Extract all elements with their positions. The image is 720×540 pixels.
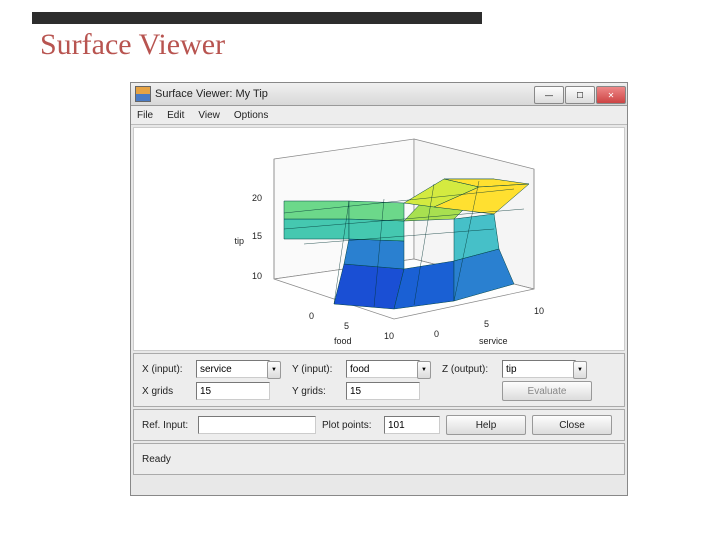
y-input-label: Y (input): [292, 364, 340, 375]
chevron-down-icon[interactable]: ▼ [417, 361, 431, 379]
z-output-value: tip [506, 364, 517, 375]
titlebar[interactable]: Surface Viewer: My Tip — ☐ ✕ [131, 83, 627, 106]
app-icon [135, 86, 151, 102]
surface-viewer-window: Surface Viewer: My Tip — ☐ ✕ File Edit V… [130, 82, 628, 496]
status-text: Ready [142, 454, 616, 465]
window-controls: — ☐ ✕ [534, 85, 627, 103]
io-panel: X (input): service ▼ Y (input): food ▼ Z… [133, 353, 625, 407]
accent-bar [32, 12, 482, 24]
x-tick-2: 10 [384, 331, 394, 341]
menu-options[interactable]: Options [234, 110, 268, 121]
maximize-button[interactable]: ☐ [565, 86, 595, 104]
menu-edit[interactable]: Edit [167, 110, 184, 121]
y-tick-1: 5 [484, 319, 489, 329]
evaluate-button[interactable]: Evaluate [502, 381, 592, 401]
y-grids-label: Y grids: [292, 386, 340, 397]
y-input-value: food [350, 364, 369, 375]
z-tick-0: 10 [252, 271, 262, 281]
ref-panel: Ref. Input: Plot points: 101 Help Close [133, 409, 625, 441]
z-tick-1: 15 [252, 231, 262, 241]
x-label: food [334, 336, 352, 346]
minimize-button[interactable]: — [534, 86, 564, 104]
chevron-down-icon[interactable]: ▼ [267, 361, 281, 379]
ref-input[interactable] [198, 416, 316, 434]
surface-plot[interactable]: 10 15 20 tip 0 5 10 food 0 5 10 service [133, 127, 625, 351]
x-input-select[interactable]: service ▼ [196, 360, 270, 378]
ref-input-label: Ref. Input: [142, 420, 192, 431]
x-tick-1: 5 [344, 321, 349, 331]
plot-points-label: Plot points: [322, 420, 378, 431]
y-tick-0: 0 [434, 329, 439, 339]
y-grids-value: 15 [350, 386, 361, 397]
x-grids-label: X grids [142, 386, 190, 397]
z-output-select[interactable]: tip ▼ [502, 360, 576, 378]
menu-view[interactable]: View [198, 110, 220, 121]
y-input-select[interactable]: food ▼ [346, 360, 420, 378]
plot-points-input[interactable]: 101 [384, 416, 440, 434]
surface-svg: 10 15 20 tip 0 5 10 food 0 5 10 service [134, 128, 624, 350]
z-output-label: Z (output): [442, 364, 496, 375]
menubar: File Edit View Options [131, 106, 627, 125]
y-tick-2: 10 [534, 306, 544, 316]
menu-file[interactable]: File [137, 110, 153, 121]
z-tick-2: 20 [252, 193, 262, 203]
x-input-value: service [200, 364, 232, 375]
z-label: tip [234, 236, 244, 246]
x-grids-input[interactable]: 15 [196, 382, 270, 400]
x-input-label: X (input): [142, 364, 190, 375]
window-title: Surface Viewer: My Tip [155, 88, 534, 100]
chevron-down-icon[interactable]: ▼ [573, 361, 587, 379]
slide-title: Surface Viewer [40, 28, 225, 62]
x-grids-value: 15 [200, 386, 211, 397]
y-grids-input[interactable]: 15 [346, 382, 420, 400]
close-button[interactable]: Close [532, 415, 612, 435]
y-label: service [479, 336, 508, 346]
close-window-button[interactable]: ✕ [596, 86, 626, 104]
x-tick-0: 0 [309, 311, 314, 321]
plot-points-value: 101 [388, 420, 405, 431]
help-button[interactable]: Help [446, 415, 526, 435]
status-panel: Ready [133, 443, 625, 475]
